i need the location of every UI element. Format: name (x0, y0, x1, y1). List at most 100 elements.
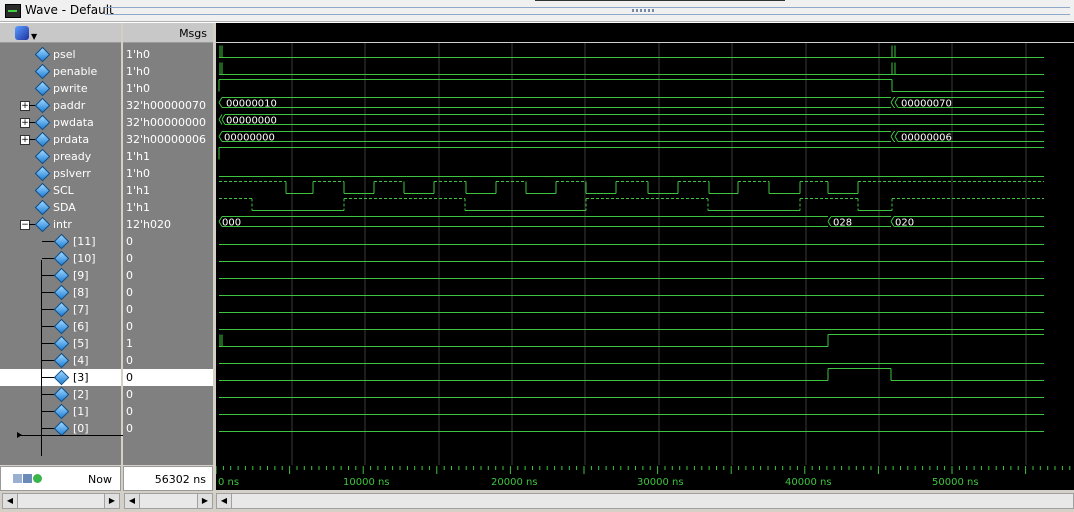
scroll-left-icon[interactable]: ◀ (217, 494, 232, 508)
signal-row-intr[interactable]: − intr (0, 216, 121, 233)
expand-plus-icon[interactable]: + (20, 118, 30, 128)
signal-diamond-icon (53, 352, 70, 369)
signal-diamond-icon (53, 250, 70, 267)
signal-row-paddr[interactable]: + paddr (0, 97, 121, 114)
intr-bit-row[interactable]: [2] (0, 386, 121, 403)
intr-bit-row[interactable]: [8] (0, 284, 121, 301)
signal-value-row-penable[interactable]: 1'h0 (123, 63, 213, 80)
expand-plus-icon[interactable]: + (20, 135, 30, 145)
signal-value-row-sda[interactable]: 1'h1 (123, 199, 213, 216)
intr-bit-value: 0 (126, 354, 133, 367)
title-bar[interactable]: Wave - Default (0, 0, 1074, 22)
intr-bit-name: [10] (73, 252, 96, 265)
intr-bit-value: 0 (126, 235, 133, 248)
intr-bit-value: 0 (126, 286, 133, 299)
signal-name: intr (53, 218, 72, 231)
signal-diamond-icon (34, 131, 51, 148)
signal-name: SCL (53, 184, 74, 197)
intr-bit-name: [6] (73, 320, 89, 333)
now-label: Now (88, 473, 112, 486)
waveform-pane[interactable]: 00000010 00000070 00000000 00000000 00000006… (216, 23, 1074, 465)
signal-tool-icon[interactable] (15, 26, 29, 40)
intr-bit-row[interactable]: [5] (0, 335, 121, 352)
scroll-right-icon[interactable]: ▶ (104, 494, 119, 508)
intr-bit-row[interactable]: [10] (0, 250, 121, 267)
intr-bit-value-row[interactable]: 0 (123, 284, 213, 301)
signal-name: pready (53, 150, 92, 163)
names-scrollbar[interactable]: ◀ ▶ (2, 493, 120, 509)
expand-plus-icon[interactable]: + (20, 101, 30, 111)
signal-row-pwrite[interactable]: pwrite (0, 80, 121, 97)
signal-name: psel (53, 48, 76, 61)
scroll-right-icon[interactable]: ▶ (197, 494, 212, 508)
signal-value-row-pwrite[interactable]: 1'h0 (123, 80, 213, 97)
bus-value-label: 028 (833, 218, 852, 229)
intr-bit-value-row[interactable]: 0 (123, 352, 213, 369)
signal-value-row-scl[interactable]: 1'h1 (123, 182, 213, 199)
signal-row-pslverr[interactable]: pslverr (0, 165, 121, 182)
intr-bit-value-row[interactable]: 0 (123, 403, 213, 420)
intr-bit-value-row[interactable]: 0 (123, 386, 213, 403)
signal-value-row-paddr[interactable]: 32'h00000070 (123, 97, 213, 114)
signal-value-row-pready[interactable]: 1'h1 (123, 148, 213, 165)
lock-cursor-icon[interactable] (23, 474, 32, 483)
scroll-left-icon[interactable]: ◀ (3, 494, 18, 508)
intr-bit-value-row[interactable]: 0 (123, 318, 213, 335)
signal-diamond-icon (34, 182, 51, 199)
time-tick-label: 20000 ns (491, 477, 538, 488)
intr-bit-value-row[interactable]: 0 (123, 420, 213, 437)
signal-name: paddr (53, 99, 86, 112)
intr-bit-name: [3] (73, 371, 89, 384)
signal-name: pwrite (53, 82, 88, 95)
signal-value-row-prdata[interactable]: 32'h00000006 (123, 131, 213, 148)
intr-bit-row[interactable]: [4] (0, 352, 121, 369)
now-cell: Now (0, 466, 121, 491)
signal-value: 1'h0 (126, 82, 150, 95)
intr-bit-row[interactable]: [1] (0, 403, 121, 420)
time-ruler[interactable]: 0 ns 10000 ns 20000 ns 30000 ns 40000 ns 5000… (216, 465, 1074, 490)
signal-row-prdata[interactable]: + prdata (0, 131, 121, 148)
intr-bit-name: [2] (73, 388, 89, 401)
signal-value: 1'h1 (126, 184, 150, 197)
waveform-canvas[interactable]: 00000010 00000070 00000000 00000000 00000006… (216, 43, 1074, 465)
signal-name: pslverr (53, 167, 91, 180)
signal-value-row-intr[interactable]: 12'h020 (123, 216, 213, 233)
intr-bit-name: [0] (73, 422, 89, 435)
signal-value-row-pwdata[interactable]: 32'h00000000 (123, 114, 213, 131)
scroll-left-icon[interactable]: ◀ (125, 494, 140, 508)
signal-name: pwdata (53, 116, 94, 129)
intr-bit-value: 0 (126, 252, 133, 265)
signal-value-column: Msgs 1'h0 1'h0 1'h0 32'h00000070 32'h0000000… (123, 23, 213, 465)
waveform-scrollbar[interactable]: ◀ (216, 493, 1074, 509)
intr-bit-value-row[interactable]: 0 (123, 301, 213, 318)
add-cursor-icon[interactable] (13, 474, 22, 483)
signal-row-penable[interactable]: penable (0, 63, 121, 80)
signal-row-pready[interactable]: pready (0, 148, 121, 165)
signal-row-psel[interactable]: psel (0, 46, 121, 63)
signal-value-row-pslverr[interactable]: 1'h0 (123, 165, 213, 182)
intr-bit-value-row[interactable]: 0 (123, 233, 213, 250)
signal-value-row-psel[interactable]: 1'h0 (123, 46, 213, 63)
window-grip-handle[interactable] (632, 9, 656, 12)
intr-bit-value-row[interactable]: 0 (123, 250, 213, 267)
chevron-down-icon[interactable]: ▼ (31, 32, 37, 41)
intr-bit-row[interactable]: [6] (0, 318, 121, 335)
intr-bit-row[interactable]: [11] (0, 233, 121, 250)
values-scrollbar[interactable]: ◀ ▶ (124, 493, 213, 509)
intr-bit-value-row[interactable]: 1 (123, 335, 213, 352)
signal-diamond-icon (53, 233, 70, 250)
delete-cursor-icon[interactable] (33, 474, 42, 483)
signal-diamond-icon (53, 369, 70, 386)
intr-bit-row[interactable]: [9] (0, 267, 121, 284)
intr-bit-row[interactable]: [7] (0, 301, 121, 318)
collapse-minus-icon[interactable]: − (20, 220, 30, 230)
signal-row-sda[interactable]: SDA (0, 199, 121, 216)
signal-name: SDA (53, 201, 76, 214)
signal-diamond-icon (34, 165, 51, 182)
signal-diamond-icon (34, 114, 51, 131)
intr-bit-value-row[interactable]: 0 (123, 267, 213, 284)
intr-bit-value-row[interactable]: 0 (123, 369, 213, 386)
signal-row-scl[interactable]: SCL (0, 182, 121, 199)
intr-bit-row[interactable]: [3] (0, 369, 121, 386)
signal-row-pwdata[interactable]: + pwdata (0, 114, 121, 131)
